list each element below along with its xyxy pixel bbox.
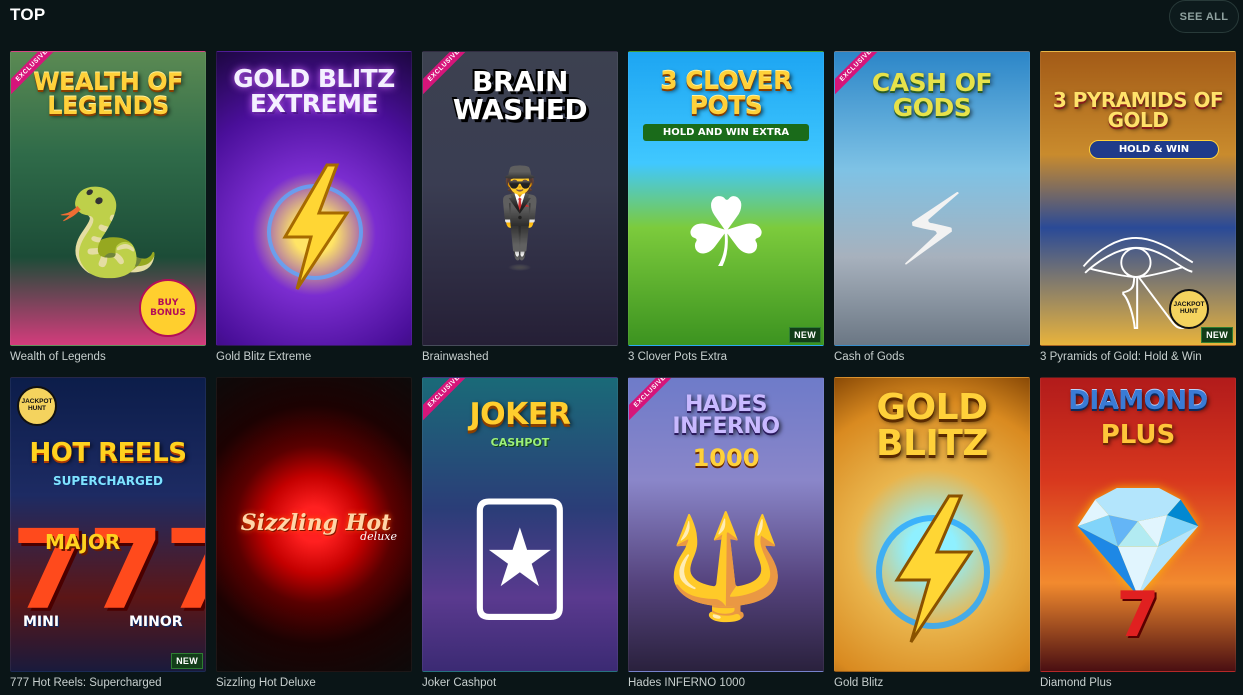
- game-art-title: JOKER: [469, 397, 571, 432]
- game-card-3-clover-pots-extra[interactable]: 3 CLOVER POTS HOLD AND WIN EXTRA ☘ NEW 3…: [628, 51, 824, 377]
- game-art-subtitle: HOLD AND WIN EXTRA: [643, 124, 809, 141]
- game-card-gold-blitz[interactable]: GOLD BLITZ Gold Blitz: [834, 377, 1030, 695]
- game-name[interactable]: 3 Pyramids of Gold: Hold & Win: [1040, 351, 1236, 363]
- game-card-hades-inferno-1000[interactable]: EXCLUSIVE HADES INFERNO 1000 🔱 Hades INF…: [628, 377, 824, 695]
- game-art-subtitle: SUPERCHARGED: [52, 474, 163, 488]
- games-grid: EXCLUSIVE WEALTH OF LEGENDS 🐍 BUY BONUS …: [10, 51, 1236, 695]
- game-thumbnail[interactable]: EXCLUSIVE BRAIN WASHED 🕴: [422, 51, 618, 346]
- section-title: TOP: [10, 5, 46, 24]
- game-name[interactable]: Sizzling Hot Deluxe: [216, 677, 412, 689]
- game-art-subtitle: HOLD & WIN: [1089, 140, 1219, 159]
- lightning-bolt-icon: [876, 494, 990, 643]
- game-art-title: BRAIN WASHED: [452, 65, 588, 126]
- game-card-joker-cashpot[interactable]: EXCLUSIVE JOKER CASHPOT 🃏 Joker Cashpot: [422, 377, 618, 695]
- game-thumbnail[interactable]: EXCLUSIVE WEALTH OF LEGENDS 🐍 BUY BONUS: [10, 51, 206, 346]
- game-thumbnail[interactable]: 3 PYRAMIDS OF GOLD HOLD & WIN 𓂀 JACKPOT …: [1040, 51, 1236, 346]
- game-thumbnail[interactable]: EXCLUSIVE JOKER CASHPOT 🃏: [422, 377, 618, 672]
- game-name[interactable]: Brainwashed: [422, 351, 618, 363]
- game-card-diamond-plus[interactable]: DIAMOND PLUS 💎 7 Diamond Plus: [1040, 377, 1236, 695]
- new-badge: NEW: [1201, 327, 1233, 343]
- minor-label: MINOR: [129, 614, 183, 630]
- game-thumbnail[interactable]: EXCLUSIVE HADES INFERNO 1000 🔱: [628, 377, 824, 672]
- game-art-subtitle: CASHPOT: [490, 436, 550, 449]
- game-name[interactable]: Hades INFERNO 1000: [628, 677, 824, 689]
- section-header: TOP SEE ALL: [0, 0, 1243, 34]
- game-card-brainwashed[interactable]: EXCLUSIVE BRAIN WASHED 🕴 Brainwashed: [422, 51, 618, 377]
- game-thumbnail[interactable]: JACKPOT HUNT HOT REELS SUPERCHARGED 777 …: [10, 377, 206, 672]
- leprechaun-icon: ☘: [682, 177, 770, 289]
- mini-label: MINI: [23, 614, 60, 630]
- game-art-subtitle: PLUS: [1100, 420, 1176, 450]
- hades-icon: 🔱: [663, 508, 789, 625]
- game-art-subtitle: deluxe: [360, 530, 397, 543]
- game-art-title: DIAMOND: [1068, 386, 1208, 416]
- joker-icon: 🃏: [466, 498, 574, 620]
- game-art-title: 3 CLOVER POTS: [660, 66, 792, 120]
- game-card-sizzling-hot-deluxe[interactable]: Sizzling Hot deluxe Sizzling Hot Deluxe: [216, 377, 412, 695]
- game-name[interactable]: 3 Clover Pots Extra: [628, 351, 824, 363]
- top-games-page: TOP SEE ALL EXCLUSIVE WEALTH OF LEGENDS …: [0, 0, 1243, 695]
- game-thumbnail[interactable]: DIAMOND PLUS 💎 7: [1040, 377, 1236, 672]
- game-card-3-pyramids-of-gold[interactable]: 3 PYRAMIDS OF GOLD HOLD & WIN 𓂀 JACKPOT …: [1040, 51, 1236, 377]
- game-name[interactable]: Diamond Plus: [1040, 677, 1236, 689]
- game-name[interactable]: Wealth of Legends: [10, 351, 206, 363]
- game-thumbnail[interactable]: GOLD BLITZ: [834, 377, 1030, 672]
- jackpot-hunt-badge: JACKPOT HUNT: [17, 386, 57, 426]
- game-thumbnail[interactable]: GOLD BLITZ EXTREME: [216, 51, 412, 346]
- game-art-title: GOLD BLITZ EXTREME: [233, 64, 395, 118]
- seven-fruit-icon: 7: [1116, 578, 1160, 651]
- game-thumbnail[interactable]: 3 CLOVER POTS HOLD AND WIN EXTRA ☘ NEW: [628, 51, 824, 346]
- major-label: MAJOR: [45, 530, 121, 554]
- game-card-777-hot-reels-supercharged[interactable]: JACKPOT HUNT HOT REELS SUPERCHARGED 777 …: [10, 377, 206, 695]
- jackpot-hunt-badge: JACKPOT HUNT: [1169, 289, 1209, 329]
- game-art-title: 3 PYRAMIDS OF GOLD: [1052, 88, 1224, 132]
- game-thumbnail[interactable]: Sizzling Hot deluxe: [216, 377, 412, 672]
- game-art-title: WEALTH OF LEGENDS: [33, 68, 183, 120]
- game-art-subtitle: 1000: [692, 444, 760, 472]
- new-badge: NEW: [171, 653, 203, 669]
- buy-bonus-badge: BUY BONUS: [139, 279, 197, 337]
- game-name[interactable]: 777 Hot Reels: Supercharged: [10, 677, 206, 689]
- game-name[interactable]: Gold Blitz: [834, 677, 1030, 689]
- game-card-gold-blitz-extreme[interactable]: GOLD BLITZ EXTREME Gold Blitz Extreme: [216, 51, 412, 377]
- medusa-icon: 🐍: [54, 183, 162, 283]
- game-name[interactable]: Gold Blitz Extreme: [216, 351, 412, 363]
- see-all-button[interactable]: SEE ALL: [1169, 0, 1239, 33]
- game-name[interactable]: Cash of Gods: [834, 351, 1030, 363]
- game-art-title: HADES INFERNO: [672, 392, 780, 439]
- game-thumbnail[interactable]: EXCLUSIVE CASH OF GODS ⚡: [834, 51, 1030, 346]
- game-art-title: CASH OF GODS: [871, 68, 993, 122]
- zeus-icon: ⚡: [896, 172, 968, 289]
- cult-leader-icon: 🕴: [460, 162, 580, 274]
- game-art-title: HOT REELS: [29, 438, 187, 468]
- game-name[interactable]: Joker Cashpot: [422, 677, 618, 689]
- lightning-bolt-icon: [267, 163, 363, 290]
- new-badge: NEW: [789, 327, 821, 343]
- game-card-cash-of-gods[interactable]: EXCLUSIVE CASH OF GODS ⚡ Cash of Gods: [834, 51, 1030, 377]
- game-art-title: GOLD BLITZ: [876, 387, 988, 464]
- game-card-wealth-of-legends[interactable]: EXCLUSIVE WEALTH OF LEGENDS 🐍 BUY BONUS …: [10, 51, 206, 377]
